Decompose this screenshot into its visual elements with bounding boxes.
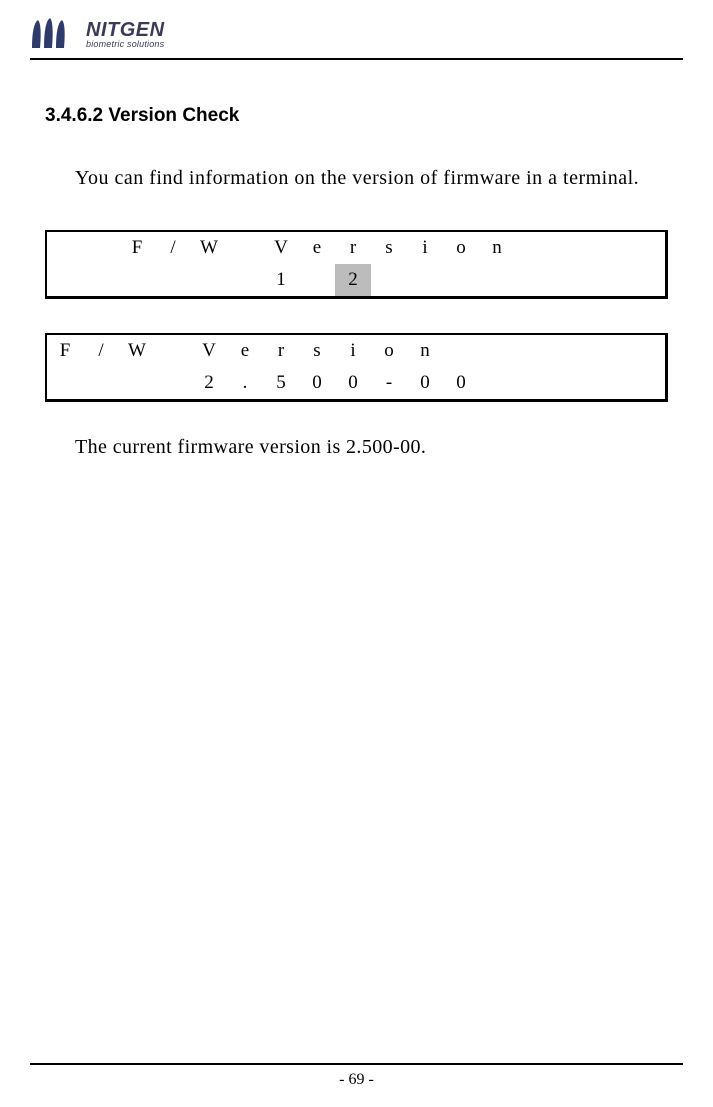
closing-text: The current firmware version is 2.500-00…	[75, 436, 668, 459]
lcd-cell	[479, 367, 515, 399]
lcd-cell: 0	[407, 367, 443, 399]
lcd-cell	[299, 264, 335, 296]
lcd-display-menu: F/WVersion12	[45, 230, 668, 299]
lcd-cell: 2	[191, 367, 227, 399]
lcd-cell: 2	[335, 264, 371, 296]
lcd-cell: 5	[263, 367, 299, 399]
lcd-cell: s	[371, 232, 407, 264]
lcd-cell	[551, 232, 587, 264]
logo-text: NITGEN biometric solutions	[86, 20, 165, 49]
lcd-cell: o	[443, 232, 479, 264]
lcd-cell: .	[227, 367, 263, 399]
lcd-cell: 1	[263, 264, 299, 296]
lcd-cell: -	[371, 367, 407, 399]
lcd-cell: 0	[335, 367, 371, 399]
lcd-cell	[407, 264, 443, 296]
section-number: 3.4.6.2	[45, 105, 103, 126]
lcd-cell	[155, 335, 191, 367]
lcd-cell	[587, 264, 623, 296]
lcd-cell	[479, 335, 515, 367]
lcd-cell: V	[263, 232, 299, 264]
lcd-cell: 0	[299, 367, 335, 399]
lcd-cell: /	[155, 232, 191, 264]
lcd-row: F/W Version	[47, 232, 665, 264]
logo-tagline: biometric solutions	[86, 39, 165, 49]
footer: - 69 -	[0, 1063, 713, 1089]
lcd-cell	[155, 367, 191, 399]
lcd-display-version: F/WVersion2.500-00	[45, 333, 668, 402]
lcd-cell	[371, 264, 407, 296]
lcd-cell: o	[371, 335, 407, 367]
lcd-row: F/W Version	[47, 335, 665, 367]
lcd-cell	[587, 367, 623, 399]
lcd-cell	[47, 367, 83, 399]
lcd-cell: e	[227, 335, 263, 367]
logo-brand: NITGEN	[86, 20, 165, 40]
lcd-cell	[227, 232, 263, 264]
lcd-cell: W	[191, 232, 227, 264]
lcd-cell: /	[83, 335, 119, 367]
lcd-cell	[479, 264, 515, 296]
lcd-cell: i	[335, 335, 371, 367]
lcd-cell: n	[407, 335, 443, 367]
lcd-cell: e	[299, 232, 335, 264]
lcd-row: 12	[47, 264, 665, 296]
lcd-cell: F	[47, 335, 83, 367]
lcd-cell	[515, 367, 551, 399]
intro-text: You can find information on the version …	[75, 163, 668, 194]
lcd-cell	[83, 367, 119, 399]
lcd-cell	[83, 264, 119, 296]
lcd-cell	[119, 264, 155, 296]
lcd-cell	[515, 335, 551, 367]
lcd-cell: 0	[443, 367, 479, 399]
lcd-cell	[515, 264, 551, 296]
lcd-cell	[191, 264, 227, 296]
lcd-cell	[515, 232, 551, 264]
page-content: 3.4.6.2 Version Check You can find infor…	[0, 60, 713, 459]
lcd-cell	[443, 335, 479, 367]
section-heading: 3.4.6.2 Version Check	[45, 105, 668, 127]
lcd-cell: i	[407, 232, 443, 264]
lcd-cell	[551, 367, 587, 399]
lcd-cell	[155, 264, 191, 296]
page-number: - 69 -	[0, 1071, 713, 1089]
lcd-cell: r	[263, 335, 299, 367]
lcd-cell	[47, 264, 83, 296]
lcd-cell	[551, 264, 587, 296]
lcd-cell: r	[335, 232, 371, 264]
lcd-cell	[83, 232, 119, 264]
logo-icon	[30, 18, 74, 50]
lcd-cell: W	[119, 335, 155, 367]
lcd-cell	[47, 232, 83, 264]
header: NITGEN biometric solutions	[0, 0, 713, 58]
lcd-row: 2.500-00	[47, 367, 665, 399]
lcd-cell	[551, 335, 587, 367]
lcd-cell: s	[299, 335, 335, 367]
lcd-cell	[587, 232, 623, 264]
lcd-cell	[119, 367, 155, 399]
lcd-cell	[227, 264, 263, 296]
footer-divider	[30, 1063, 683, 1065]
lcd-cell: V	[191, 335, 227, 367]
lcd-cell: n	[479, 232, 515, 264]
lcd-cell	[443, 264, 479, 296]
lcd-cell	[587, 335, 623, 367]
section-title: Version Check	[108, 105, 239, 126]
lcd-cell: F	[119, 232, 155, 264]
